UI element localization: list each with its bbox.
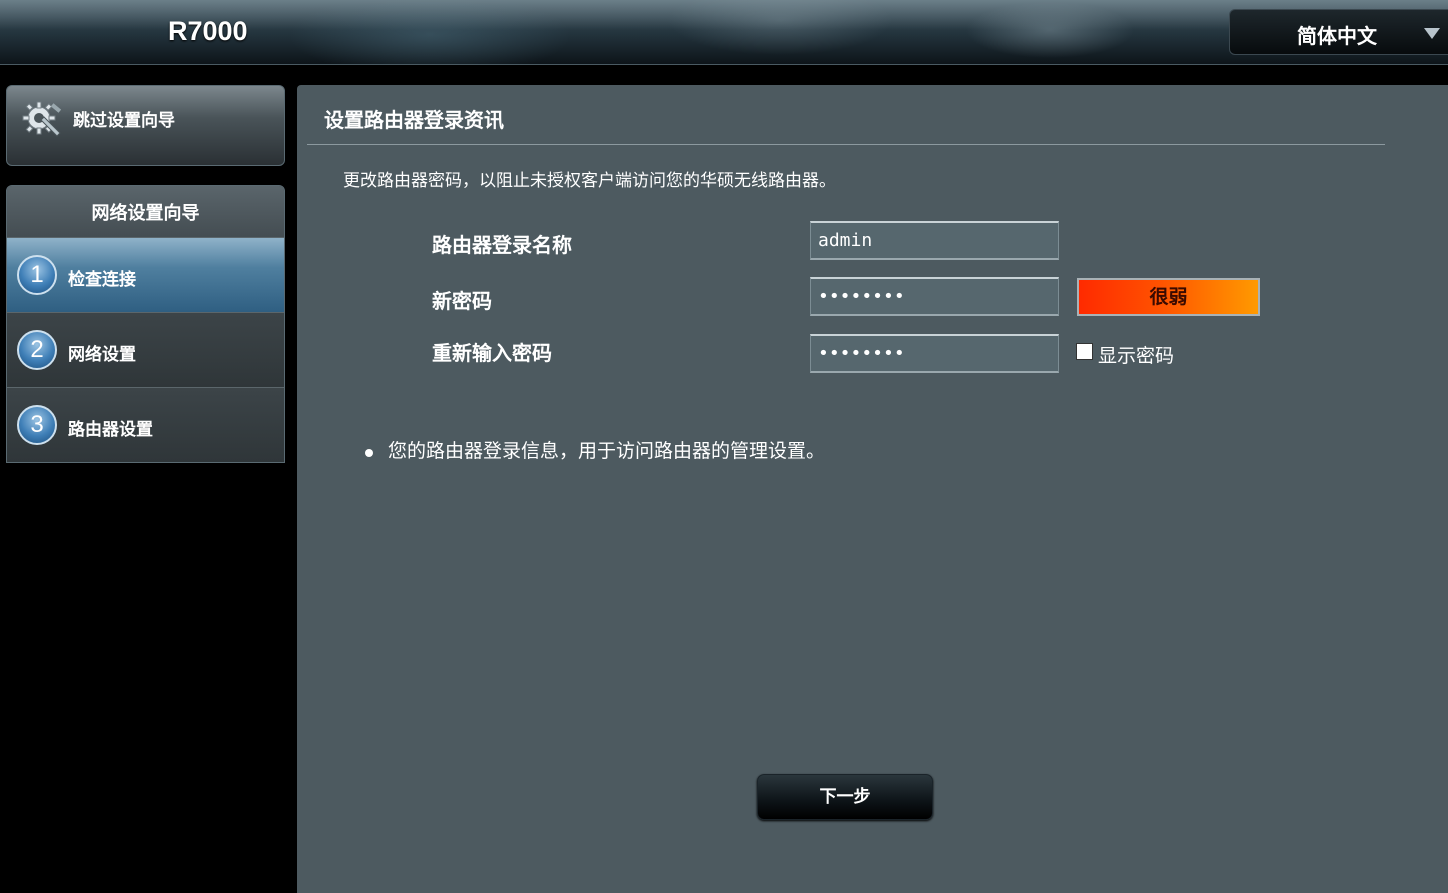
title-divider — [307, 144, 1385, 145]
chevron-down-icon — [1424, 28, 1440, 39]
confirm-password-label: 重新输入密码 — [432, 341, 552, 365]
show-password-label: 显示密码 — [1098, 345, 1175, 367]
language-label: 简体中文 — [1297, 24, 1377, 48]
step-number-icon: 2 — [17, 330, 57, 370]
new-password-input[interactable] — [810, 277, 1059, 316]
login-info-note: 您的路由器登录信息，用于访问路由器的管理设置。 — [365, 436, 825, 467]
setup-wizard-menu: 网络设置向导 1 检查连接 2 网络设置 3 路由器设置 — [6, 185, 285, 463]
language-select[interactable]: 简体中文 — [1229, 9, 1448, 55]
top-banner: R7000 简体中文 — [0, 0, 1448, 65]
step-label: 检查连接 — [68, 270, 136, 290]
new-password-label: 新密码 — [432, 289, 492, 313]
page-title: 设置路由器登录资讯 — [324, 108, 504, 132]
step-number-icon: 1 — [17, 255, 57, 295]
gear-wrench-icon — [22, 101, 62, 137]
skip-wizard-button[interactable]: 跳过设置向导 — [6, 85, 285, 166]
show-password-toggle[interactable]: 显示密码 — [1076, 341, 1174, 368]
skip-wizard-label: 跳过设置向导 — [73, 111, 175, 131]
next-button[interactable]: 下一步 — [757, 774, 933, 820]
username-input[interactable] — [810, 221, 1059, 260]
step-number-icon: 3 — [17, 405, 57, 445]
step-label: 路由器设置 — [68, 420, 153, 440]
page-description: 更改路由器密码，以阻止未授权客户端访问您的华硕无线路由器。 — [343, 171, 836, 191]
step-label: 网络设置 — [68, 345, 136, 365]
wizard-title: 网络设置向导 — [7, 186, 284, 237]
step-check-connection[interactable]: 1 检查连接 — [7, 237, 284, 312]
step-network-setup[interactable]: 2 网络设置 — [7, 312, 284, 387]
step-router-setup[interactable]: 3 路由器设置 — [7, 387, 284, 462]
bullet-icon — [365, 449, 373, 457]
router-model: R7000 — [168, 16, 248, 46]
password-strength-badge: 很弱 — [1077, 278, 1260, 316]
username-label: 路由器登录名称 — [432, 233, 572, 257]
show-password-checkbox[interactable] — [1076, 343, 1093, 360]
main-panel: 设置路由器登录资讯 更改路由器密码，以阻止未授权客户端访问您的华硕无线路由器。 … — [297, 85, 1448, 893]
note-text: 您的路由器登录信息，用于访问路由器的管理设置。 — [388, 440, 826, 462]
confirm-password-input[interactable] — [810, 334, 1059, 373]
